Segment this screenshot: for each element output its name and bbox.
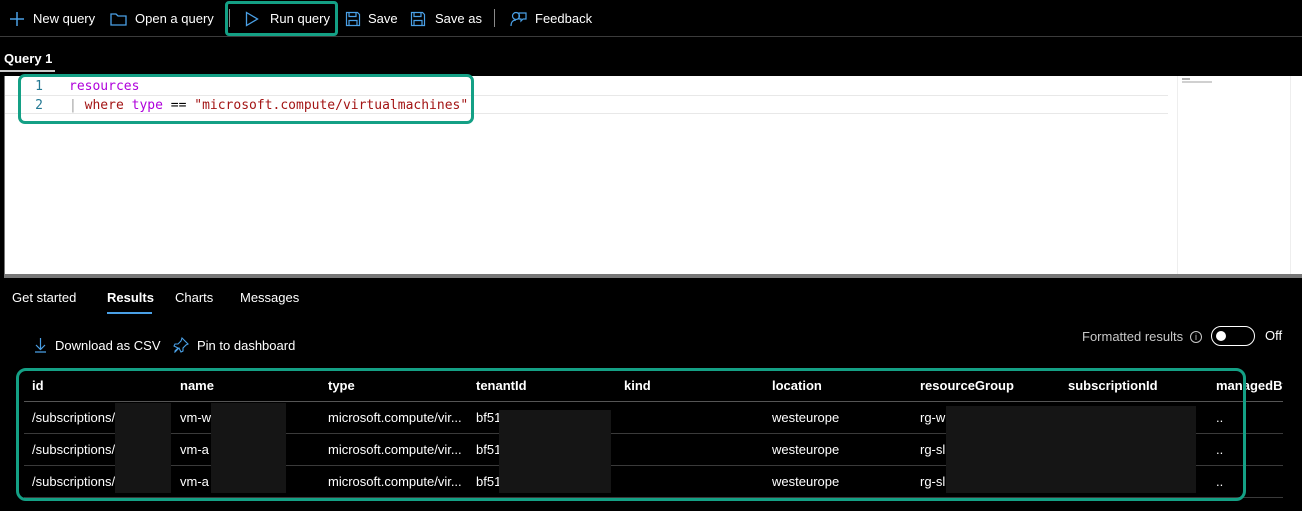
feedback-label: Feedback: [535, 11, 593, 26]
tab-get-started[interactable]: Get started: [12, 290, 76, 305]
plus-icon: [10, 11, 24, 26]
folder-icon: [110, 12, 127, 26]
pin-dashboard-button[interactable]: Pin to dashboard: [173, 335, 295, 355]
pin-dashboard-label: Pin to dashboard: [197, 337, 296, 353]
open-query-label: Open a query: [135, 11, 214, 26]
download-csv-label: Download as CSV: [55, 337, 161, 353]
command-toolbar: New query Open a query Run query Save Sa…: [0, 0, 1302, 37]
tab-charts[interactable]: Charts: [175, 290, 213, 305]
download-csv-button[interactable]: Download as CSV: [34, 335, 161, 355]
toolbar-divider: [494, 9, 495, 27]
feedback-icon: [510, 11, 527, 27]
download-icon: [35, 338, 46, 353]
save-as-button[interactable]: Save as: [410, 0, 482, 37]
toggle-knob: [1216, 331, 1226, 341]
feedback-button[interactable]: Feedback: [510, 0, 592, 37]
info-icon[interactable]: i: [1190, 331, 1202, 343]
tab-messages[interactable]: Messages: [240, 290, 299, 305]
formatted-results-toggle[interactable]: [1211, 326, 1255, 346]
save-label: Save: [368, 11, 398, 26]
new-query-label: New query: [33, 11, 96, 26]
save-as-label: Save as: [435, 11, 482, 26]
formatted-results-label: Formatted results: [1082, 329, 1184, 344]
save-button[interactable]: Save: [345, 0, 398, 37]
editor-minimap[interactable]: [1177, 76, 1291, 274]
open-query-button[interactable]: Open a query: [110, 0, 214, 37]
query-tab-indicator: [0, 70, 55, 72]
query-highlight: [18, 74, 474, 124]
editor-resize-handle[interactable]: [4, 274, 1302, 278]
tab-query-1[interactable]: Query 1: [4, 51, 52, 66]
run-query-highlight: [225, 1, 338, 36]
active-tab-indicator: [107, 312, 152, 314]
save-icon: [345, 11, 361, 26]
minimap-line: [1182, 78, 1190, 80]
pin-icon: [173, 337, 189, 353]
minimap-line: [1182, 81, 1212, 83]
results-highlight: [16, 368, 1246, 501]
toggle-state-label: Off: [1265, 328, 1283, 343]
new-query-button[interactable]: New query: [9, 0, 95, 37]
tab-results[interactable]: Results: [107, 290, 154, 305]
editor-scrollbar[interactable]: [1290, 76, 1302, 274]
save-as-icon: [410, 11, 426, 26]
